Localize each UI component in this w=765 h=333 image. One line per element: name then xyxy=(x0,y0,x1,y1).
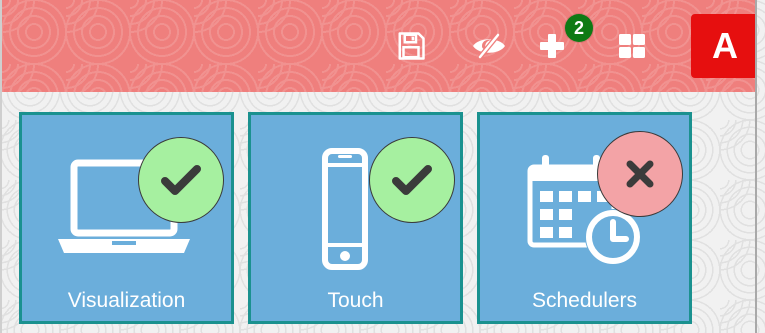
visibility-toggle-button[interactable] xyxy=(469,28,509,64)
app-frame: 2 A Visualization Touch Schedulers xyxy=(0,0,757,333)
dashboard-button[interactable] xyxy=(612,28,652,64)
notification-badge: 2 xyxy=(565,14,593,42)
tile-label: Visualization xyxy=(67,289,186,312)
user-menu-button[interactable]: A xyxy=(691,14,755,78)
status-enabled xyxy=(138,137,224,223)
save-button[interactable] xyxy=(391,28,431,64)
top-toolbar: 2 A xyxy=(2,0,755,92)
status-disabled xyxy=(597,131,683,217)
status-enabled xyxy=(369,137,455,223)
plus-icon xyxy=(540,34,564,58)
phone-icon xyxy=(322,148,368,270)
tile-visualization[interactable]: Visualization xyxy=(19,112,234,324)
hidden-eye-icon xyxy=(473,33,505,59)
check-icon xyxy=(392,165,432,195)
tile-touch[interactable]: Touch xyxy=(248,112,463,324)
close-icon xyxy=(626,160,654,188)
tile-schedulers[interactable]: Schedulers xyxy=(477,112,692,324)
check-icon xyxy=(161,165,201,195)
tile-label: Touch xyxy=(327,289,384,312)
tile-label: Schedulers xyxy=(531,289,638,312)
save-icon xyxy=(398,32,425,60)
grid-icon xyxy=(619,34,645,58)
